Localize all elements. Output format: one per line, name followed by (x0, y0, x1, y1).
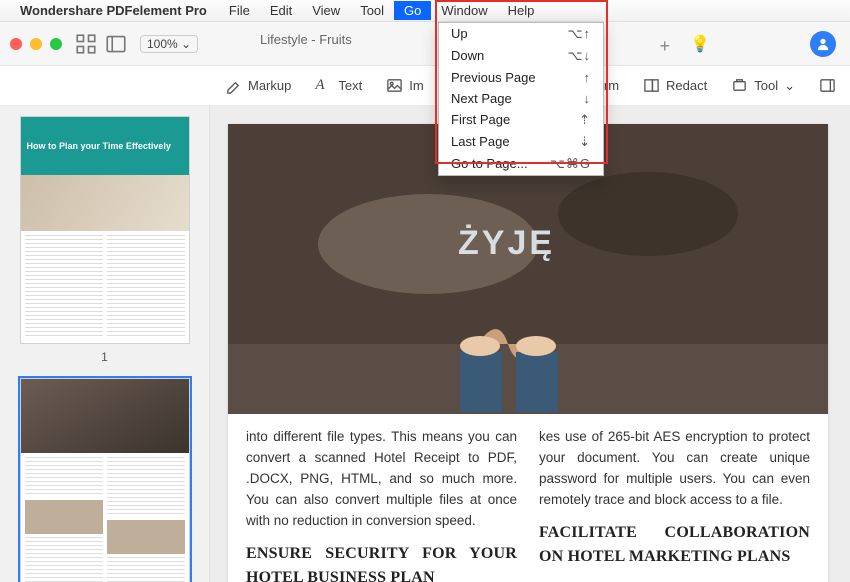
image-tool[interactable]: Im (386, 77, 423, 94)
tool-menu[interactable]: Tool⌄ (731, 77, 795, 94)
window-titlebar: 100% ⌄ Lifestyle - Fruits + 💡 (0, 22, 850, 66)
menu-last-page[interactable]: Last Page⇣ (439, 131, 603, 153)
menu-first-page[interactable]: First Page⇡ (439, 109, 603, 131)
app-name[interactable]: Wondershare PDFelement Pro (20, 3, 207, 18)
page-viewport[interactable]: ŻYJĘ into different file types. This mea… (210, 106, 850, 582)
left-heading: ENSURE SECURITY FOR YOUR HOTEL BUSINESS … (246, 542, 517, 582)
sidebar-toggle-icon[interactable] (106, 34, 126, 54)
menu-go[interactable]: Go (394, 1, 431, 20)
menu-down[interactable]: Down⌥↓ (439, 45, 603, 67)
document-tab[interactable]: Lifestyle - Fruits (260, 32, 352, 47)
thumbnails-icon[interactable] (76, 34, 96, 54)
close-button[interactable] (10, 38, 22, 50)
new-tab-button[interactable]: + (659, 36, 670, 57)
menu-help[interactable]: Help (498, 1, 545, 20)
text-tool[interactable]: AText (315, 77, 362, 94)
minimize-button[interactable] (30, 38, 42, 50)
redact-tool[interactable]: Redact (643, 77, 707, 94)
workspace: How to Plan your Time Effectively 1 2 ŻY… (0, 106, 850, 582)
page-thumbnail-1[interactable]: How to Plan your Time Effectively (20, 116, 190, 344)
right-p2: Your hotel marketing plan is essential t… (539, 578, 810, 582)
menu-tool[interactable]: Tool (350, 1, 394, 20)
menu-edit[interactable]: Edit (260, 1, 302, 20)
zoom-button[interactable] (50, 38, 62, 50)
menu-previous-page[interactable]: Previous Page↑ (439, 67, 603, 88)
right-h1: FACILITATE COLLABORATION ON HOTEL MARKET… (539, 521, 810, 571)
macos-menubar: Wondershare PDFelement Pro File Edit Vie… (0, 0, 850, 22)
main-toolbar: Markup AText Im rm Redact Tool⌄ (0, 66, 850, 106)
menu-next-page[interactable]: Next Page↓ (439, 88, 603, 109)
menu-up[interactable]: Up⌥↑ (439, 23, 603, 45)
menu-file[interactable]: File (219, 1, 260, 20)
right-column: kes use of 265-bit AES encryption to pro… (539, 427, 810, 582)
menu-view[interactable]: View (302, 1, 350, 20)
left-paragraph: into different file types. This means yo… (246, 427, 517, 532)
thumb-1-label: 1 (16, 350, 193, 364)
menu-go-to-page[interactable]: Go to Page...⌥⌘G (439, 153, 603, 175)
zoom-level[interactable]: 100% ⌄ (140, 35, 198, 53)
thumbnail-sidebar: How to Plan your Time Effectively 1 2 (0, 106, 210, 582)
svg-text:ŻYJĘ: ŻYJĘ (458, 224, 555, 262)
tips-icon[interactable]: 💡 (690, 34, 710, 54)
traffic-lights (10, 38, 62, 50)
markup-tool[interactable]: Markup (225, 77, 291, 94)
menu-window[interactable]: Window (431, 1, 497, 20)
user-avatar[interactable] (810, 31, 836, 57)
document-page: ŻYJĘ into different file types. This mea… (228, 124, 828, 582)
form-tool[interactable]: rm (604, 78, 619, 93)
go-dropdown-menu: Up⌥↑ Down⌥↓ Previous Page↑ Next Page↓ Fi… (438, 22, 604, 176)
panel-toggle[interactable] (819, 77, 836, 94)
page-thumbnail-2[interactable] (20, 378, 190, 582)
left-column: into different file types. This means yo… (246, 427, 517, 582)
right-p1: kes use of 265-bit AES encryption to pro… (539, 427, 810, 511)
